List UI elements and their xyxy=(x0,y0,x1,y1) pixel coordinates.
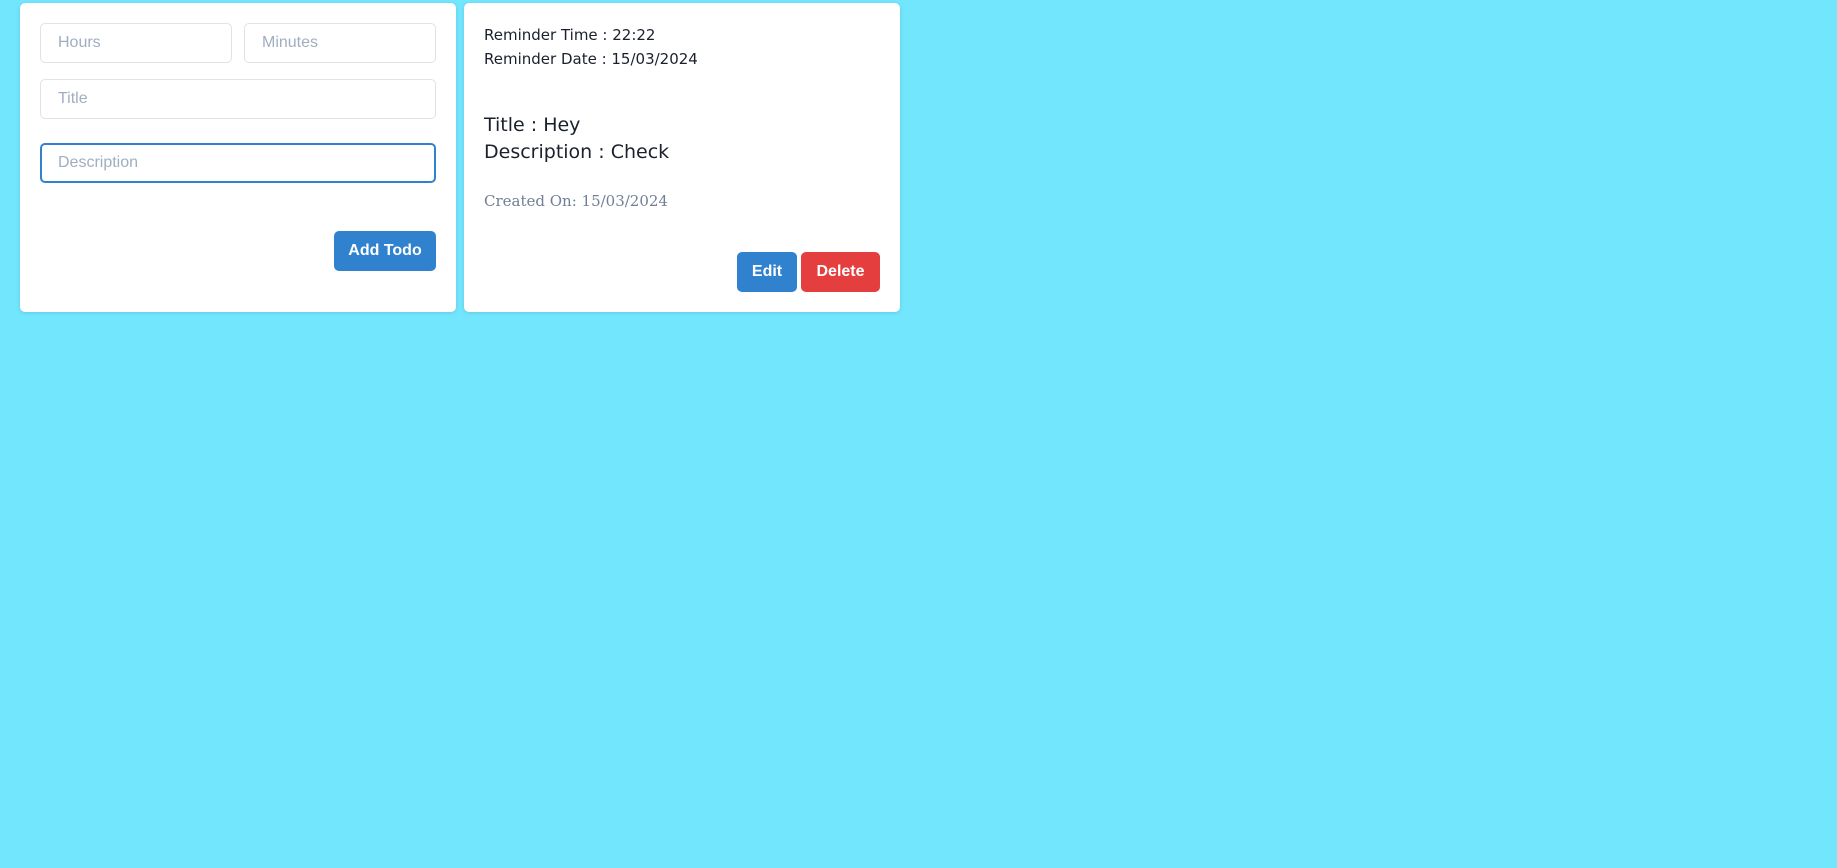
description-input[interactable] xyxy=(40,143,436,183)
reminder-time-text: Reminder Time : 22:22 xyxy=(484,26,656,44)
reminder-date-text: Reminder Date : 15/03/2024 xyxy=(484,50,698,68)
title-input[interactable] xyxy=(40,79,436,119)
hours-input[interactable] xyxy=(40,23,232,63)
add-todo-button[interactable]: Add Todo xyxy=(334,231,436,271)
todo-description-text: Description : Check xyxy=(484,141,670,163)
todo-card: Reminder Time : 22:22 Reminder Date : 15… xyxy=(464,3,900,312)
created-on-text: Created On: 15/03/2024 xyxy=(484,192,668,210)
delete-button[interactable]: Delete xyxy=(801,252,880,292)
edit-button[interactable]: Edit xyxy=(737,252,797,292)
minutes-input[interactable] xyxy=(244,23,436,63)
todo-title-text: Title : Hey xyxy=(484,114,581,136)
add-todo-form-card: Add Todo xyxy=(20,3,456,312)
